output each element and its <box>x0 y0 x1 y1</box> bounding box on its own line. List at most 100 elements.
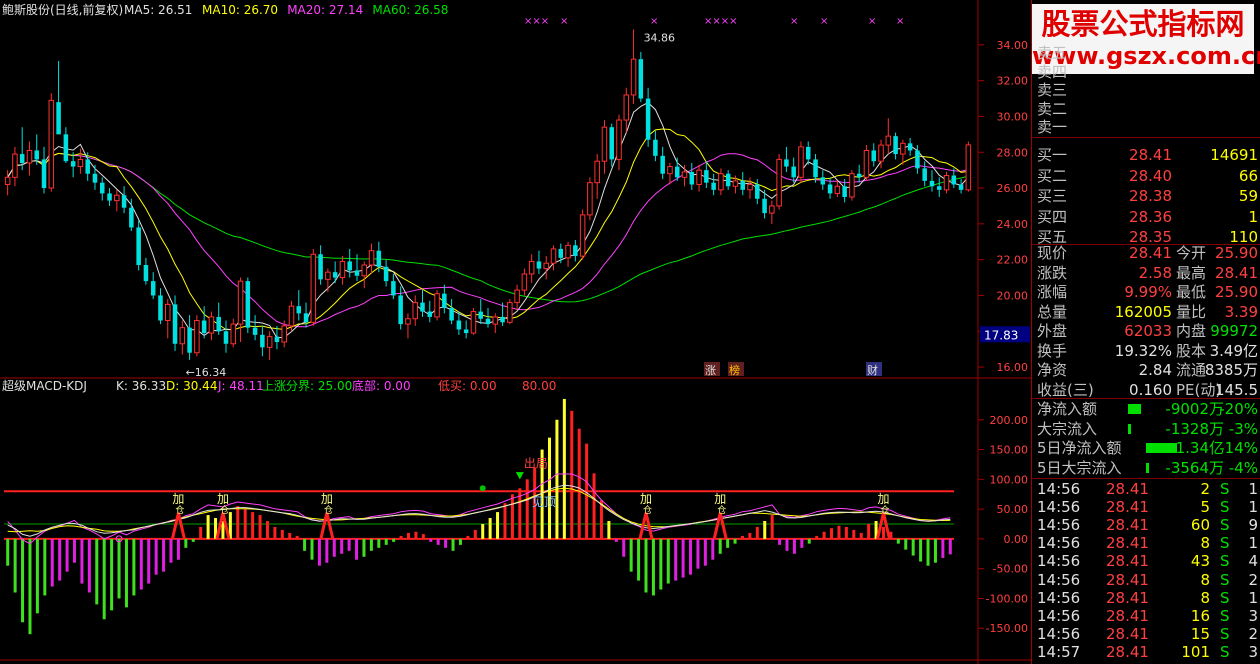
macd-bar <box>562 398 566 539</box>
candle-body <box>565 244 571 259</box>
candle-body <box>230 323 237 345</box>
ind-tick-label: 150.00 <box>990 444 1029 457</box>
macd-bar <box>458 538 462 545</box>
tick-volume: 101 <box>1181 642 1210 661</box>
macd-bar <box>377 538 381 548</box>
sell-row[interactable]: 卖五 <box>1032 44 1260 62</box>
tick-row[interactable]: 14:57 28.41 101 S 3 <box>1032 643 1260 661</box>
candle-body <box>398 295 403 325</box>
candle-body <box>492 316 499 325</box>
ind-tick-label: -150.00 <box>986 622 1028 635</box>
macd-bar <box>444 538 448 548</box>
candle-body <box>165 303 171 322</box>
candle-body <box>762 198 767 214</box>
tick-row[interactable]: 14:56 28.41 8 S 2 <box>1032 571 1260 589</box>
tick-side: S <box>1220 588 1230 607</box>
macd-bar <box>258 515 262 539</box>
tick-side: S <box>1220 642 1230 661</box>
candle-body <box>827 184 833 194</box>
candle-body <box>172 304 178 344</box>
macd-bar <box>162 538 166 572</box>
flow-row[interactable]: 大宗流入 -1328万 -3% <box>1032 420 1260 438</box>
top-mark: × <box>790 16 798 27</box>
candle-body <box>252 327 258 335</box>
stat-row[interactable]: 收益(三) 0.160 PE(动) 145.5 <box>1032 381 1260 399</box>
candle-body <box>150 281 156 296</box>
tick-row[interactable]: 14:56 28.41 5 S 1 <box>1032 498 1260 516</box>
tick-row[interactable]: 14:56 28.41 16 S 3 <box>1032 607 1260 625</box>
stat-label-2: 内盘 <box>1176 322 1207 340</box>
tick-price: 28.41 <box>1106 588 1149 607</box>
macd-bar <box>73 538 77 563</box>
stat-row[interactable]: 净资 2.84 流通 8385万 <box>1032 361 1260 379</box>
stat-label: 净资 <box>1037 361 1068 379</box>
candle-body <box>667 166 673 175</box>
macd-bar <box>881 526 885 539</box>
candle-body <box>653 139 658 156</box>
tick-count: 1 <box>1248 588 1258 607</box>
stat-row[interactable]: 涨跌 2.58 最高 28.41 <box>1032 264 1260 282</box>
candle-body <box>776 158 782 207</box>
macd-bar <box>243 509 247 539</box>
price-tick-label: 26.00 <box>997 182 1029 195</box>
tick-count: 9 <box>1248 516 1258 535</box>
ind-tick-label: -100.00 <box>986 592 1028 605</box>
tick-price: 28.41 <box>1106 570 1149 589</box>
stat-row[interactable]: 总量 162005 量比 3.39 <box>1032 303 1260 321</box>
sell-row[interactable]: 卖四 <box>1032 63 1260 81</box>
candle-body <box>41 159 47 189</box>
buy-signal-label-sub: 仓 <box>880 504 889 516</box>
macd-bar <box>830 528 834 539</box>
sell-row[interactable]: 卖一 <box>1032 118 1260 136</box>
macd-bar <box>592 473 596 539</box>
buy-row[interactable]: 买二 28.40 66 <box>1032 167 1260 185</box>
buy-row[interactable]: 买三 28.38 59 <box>1032 187 1260 205</box>
macd-bar <box>421 534 425 539</box>
flow-row[interactable]: 5日净流入额 -1.34亿 -14% <box>1032 439 1260 457</box>
flow-value: -1328万 <box>1165 419 1224 438</box>
flow-row[interactable]: 5日大宗流入 -3564万 -4% <box>1032 459 1260 477</box>
flow-bar <box>1146 462 1150 473</box>
candle-body <box>514 289 520 304</box>
stat-row[interactable]: 外盘 62033 内盘 99972 <box>1032 322 1260 340</box>
macd-bar <box>770 515 774 539</box>
candle-body <box>281 325 287 343</box>
tick-row[interactable]: 14:56 28.41 43 S 4 <box>1032 552 1260 570</box>
sell-row[interactable]: 卖二 <box>1032 100 1260 118</box>
candle-body <box>674 166 680 178</box>
stat-row[interactable]: 涨幅 9.99% 最低 25.90 <box>1032 283 1260 301</box>
macd-bar <box>681 538 685 578</box>
macd-bar <box>303 538 307 551</box>
buy-row[interactable]: 买一 28.41 14691 <box>1032 146 1260 164</box>
candle-body <box>361 264 368 277</box>
candle-body <box>463 329 469 334</box>
candle-body <box>347 261 352 271</box>
tick-row[interactable]: 14:56 28.41 8 S 1 <box>1032 534 1260 552</box>
candle-body <box>201 320 207 334</box>
macd-bar <box>184 538 188 548</box>
tick-count: 2 <box>1248 624 1258 643</box>
candle-body <box>681 171 688 178</box>
candle-body <box>798 146 804 178</box>
tick-row[interactable]: 14:56 28.41 15 S 2 <box>1032 625 1260 643</box>
buy-signal-label-sub: 仓 <box>220 504 229 516</box>
buy-signal-label: 加 <box>172 492 184 506</box>
candle-body <box>645 98 651 140</box>
macd-bar <box>711 538 715 560</box>
candle-body <box>616 119 622 160</box>
flow-row[interactable]: 净流入额 -9002万 -20% <box>1032 400 1260 418</box>
tick-row[interactable]: 14:56 28.41 8 S 1 <box>1032 589 1260 607</box>
tick-row[interactable]: 14:56 28.41 60 S 9 <box>1032 516 1260 534</box>
candle-body <box>485 318 491 325</box>
tick-time: 14:56 <box>1037 624 1081 643</box>
buy-row[interactable]: 买四 28.36 1 <box>1032 208 1260 226</box>
sell-row[interactable]: 卖三 <box>1032 81 1260 99</box>
macd-bar <box>740 535 744 539</box>
flow-bar <box>1128 404 1142 414</box>
macd-bar <box>117 538 121 599</box>
tick-row[interactable]: 14:56 28.41 2 S 1 <box>1032 480 1260 498</box>
stat-row[interactable]: 换手 19.32% 股本 3.49亿 <box>1032 342 1260 360</box>
stat-row[interactable]: 现价 28.41 今开 25.90 <box>1032 244 1260 262</box>
candle-body <box>427 311 433 317</box>
candle-body <box>885 135 892 146</box>
